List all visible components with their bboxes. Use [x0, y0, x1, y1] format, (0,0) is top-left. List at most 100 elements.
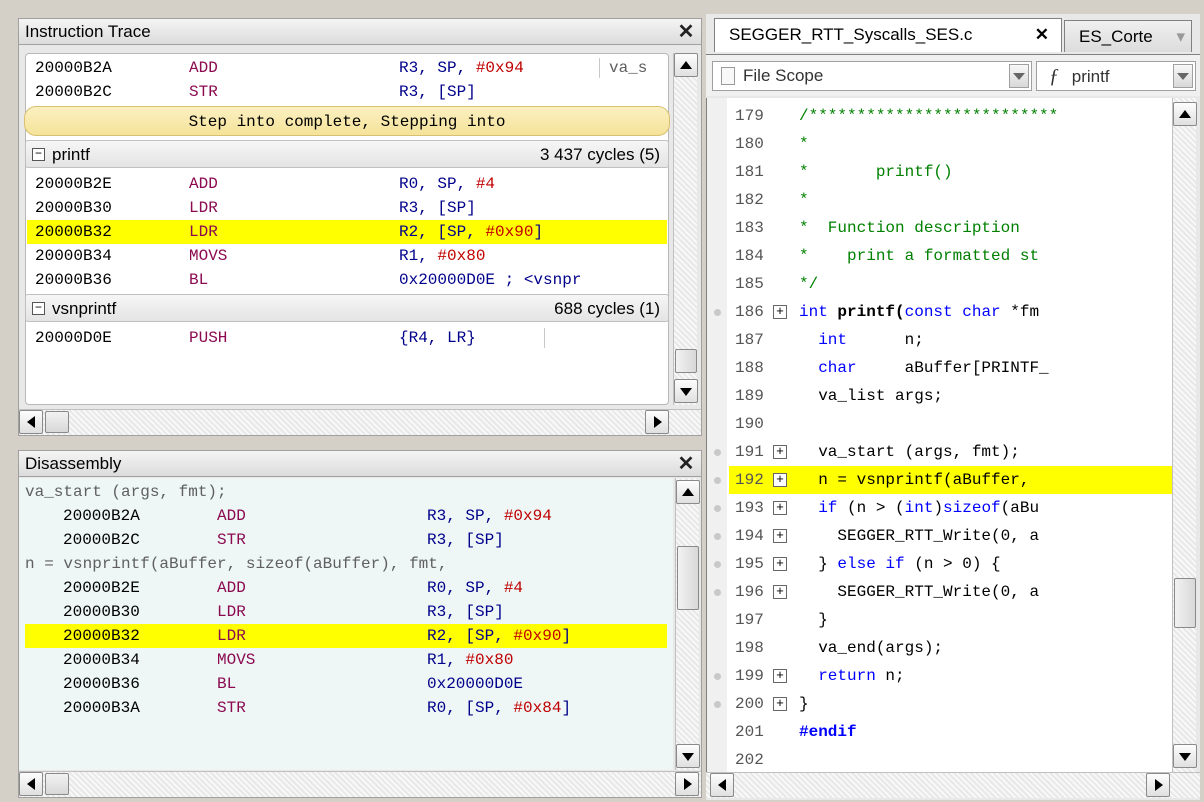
expand-icon[interactable]: +: [773, 305, 787, 319]
code-line: n = vsnprintf(aBuffer,: [799, 466, 1029, 494]
expand-icon[interactable]: +: [773, 669, 787, 683]
scroll-right-button[interactable]: [675, 772, 699, 796]
scroll-thumb[interactable]: [677, 546, 699, 610]
address: 20000B34: [63, 651, 140, 669]
scroll-right-button[interactable]: [1146, 773, 1170, 797]
disassembly-row[interactable]: 20000B32 LDR R2, [SP, #0x90]: [25, 624, 667, 648]
trace-row[interactable]: 20000B36 BL 0x20000D0E ; <vsnpr: [27, 268, 667, 292]
disassembly-row[interactable]: 20000B2E ADD R0, SP, #4: [25, 576, 667, 600]
function-icon: ƒ: [1049, 65, 1059, 87]
code-token: n;: [847, 331, 924, 349]
scroll-up-button[interactable]: [674, 53, 698, 77]
function-combo[interactable]: ƒ printf: [1036, 61, 1196, 91]
breakpoint-slot-icon[interactable]: [714, 561, 721, 568]
code-area[interactable]: 179 /************************** 180 * 181 * p…: [706, 98, 1172, 772]
disassembly-row[interactable]: 20000B34 MOVS R1, #0x80: [25, 648, 667, 672]
scroll-thumb[interactable]: [675, 349, 697, 373]
tab-close-icon[interactable]: ✕: [1035, 19, 1049, 51]
trace-row[interactable]: 20000B2E ADD R0, SP, #4: [27, 172, 667, 196]
expand-icon[interactable]: +: [773, 445, 787, 459]
trace-group-header[interactable]: − printf 3 437 cycles (5): [25, 140, 669, 168]
editor-vertical-scrollbar[interactable]: [1172, 98, 1197, 772]
expand-icon[interactable]: +: [773, 529, 787, 543]
panel-title: Disassembly: [19, 451, 701, 477]
operands: 0x20000D0E ; <vsnpr: [399, 268, 581, 292]
expand-icon[interactable]: +: [773, 557, 787, 571]
instruction-trace-panel: Instruction Trace ✕ 20000B2A ADD R3, SP, #…: [18, 18, 702, 436]
chevron-down-icon: [1177, 73, 1189, 80]
scroll-up-button[interactable]: [676, 480, 700, 504]
expand-icon[interactable]: +: [773, 585, 787, 599]
breakpoint-slot-icon[interactable]: [714, 309, 721, 316]
operand-registers: R3, SP,: [427, 507, 504, 525]
close-icon[interactable]: ✕: [675, 453, 697, 475]
disassembly-vertical-scrollbar[interactable]: [675, 478, 700, 770]
mnemonic: ADD: [217, 579, 246, 597]
breakpoint-slot-icon[interactable]: [714, 505, 721, 512]
code-token: else if: [837, 555, 905, 573]
operand-immediate: #0x80: [437, 247, 486, 265]
disassembly-horizontal-scrollbar[interactable]: [19, 771, 701, 797]
trace-row[interactable]: 20000B2A ADD R3, SP, #0x94 va_s: [27, 56, 667, 80]
tab-segger-rtt-syscalls[interactable]: SEGGER_RTT_Syscalls_SES.c ✕: [714, 18, 1062, 52]
group-cycles: 3 437 cycles (5): [540, 145, 660, 164]
trace-vertical-scrollbar[interactable]: [673, 53, 698, 405]
disassembly-row[interactable]: 20000B2C STR R3, [SP]: [25, 528, 667, 552]
trace-row[interactable]: 20000B34 MOVS R1, #0x80: [27, 244, 667, 268]
trace-row[interactable]: 20000B2C STR R3, [SP]: [27, 80, 667, 104]
breakpoint-slot-icon[interactable]: [714, 701, 721, 708]
trace-row[interactable]: 20000B30 LDR R3, [SP]: [27, 196, 667, 220]
scroll-right-button[interactable]: [645, 410, 669, 434]
expand-icon[interactable]: +: [773, 473, 787, 487]
scroll-down-button[interactable]: [1173, 744, 1197, 768]
code-line: #endif: [799, 718, 857, 746]
disassembly-panel: Disassembly ✕ va_start (args, fmt); 20000…: [18, 450, 702, 798]
code-token: *: [799, 191, 809, 209]
arrow-left-icon: [27, 778, 35, 790]
operands: R3, [SP]: [399, 196, 476, 220]
mnemonic: LDR: [217, 627, 246, 645]
scroll-left-button[interactable]: [710, 773, 734, 797]
breakpoint-slot-icon[interactable]: [714, 673, 721, 680]
collapse-icon[interactable]: −: [32, 302, 45, 315]
code-line: }: [799, 690, 809, 718]
expand-icon[interactable]: +: [773, 501, 787, 515]
tab-overflow-chevron-icon[interactable]: ▾: [1176, 21, 1185, 53]
disassembly-row[interactable]: 20000B2A ADD R3, SP, #0x94: [25, 504, 667, 528]
scroll-thumb[interactable]: [1174, 578, 1196, 628]
collapse-icon[interactable]: −: [32, 148, 45, 161]
scope-combo-dropdown[interactable]: [1009, 64, 1029, 88]
scroll-left-button[interactable]: [19, 772, 43, 796]
disassembly-row[interactable]: 20000B30 LDR R3, [SP]: [25, 600, 667, 624]
editor-toolbar: File Scope ƒ printf: [706, 54, 1200, 96]
trace-row[interactable]: 20000D0E PUSH {R4, LR}: [27, 326, 667, 350]
function-combo-dropdown[interactable]: [1173, 64, 1193, 88]
scroll-left-button[interactable]: [19, 410, 43, 434]
address: 20000B2A: [35, 59, 112, 77]
editor-horizontal-scrollbar[interactable]: [706, 772, 1200, 798]
scroll-down-button[interactable]: [676, 744, 700, 768]
trace-group-header[interactable]: − vsnprintf 688 cycles (1): [25, 294, 669, 322]
scroll-thumb[interactable]: [45, 411, 69, 433]
breakpoint-slot-icon[interactable]: [714, 589, 721, 596]
breakpoint-slot-icon[interactable]: [714, 449, 721, 456]
code-token: * printf(): [799, 163, 953, 181]
close-icon[interactable]: ✕: [675, 21, 697, 43]
breakpoint-slot-icon[interactable]: [714, 533, 721, 540]
trace-row[interactable]: 20000B32 LDR R2, [SP, #0x90]: [27, 220, 667, 244]
scope-combo[interactable]: File Scope: [712, 61, 1032, 91]
expand-icon[interactable]: +: [773, 697, 787, 711]
scroll-up-button[interactable]: [1173, 102, 1197, 126]
tab-label: SEGGER_RTT_Syscalls_SES.c: [729, 25, 973, 44]
scroll-thumb[interactable]: [45, 773, 69, 795]
code-line: SEGGER_RTT_Write(0, a: [799, 522, 1039, 550]
code-line: * Function description: [799, 214, 1020, 242]
disassembly-row[interactable]: 20000B36 BL 0x20000D0E: [25, 672, 667, 696]
arrow-down-icon: [682, 753, 694, 761]
operand-tail: ]: [561, 699, 572, 717]
disassembly-row[interactable]: 20000B3A STR R0, [SP, #0x84]: [25, 696, 667, 720]
tab-es-cortex[interactable]: ES_Corte ▾: [1064, 20, 1192, 52]
breakpoint-slot-icon[interactable]: [714, 477, 721, 484]
trace-horizontal-scrollbar[interactable]: [19, 409, 701, 435]
scroll-down-button[interactable]: [674, 379, 698, 403]
